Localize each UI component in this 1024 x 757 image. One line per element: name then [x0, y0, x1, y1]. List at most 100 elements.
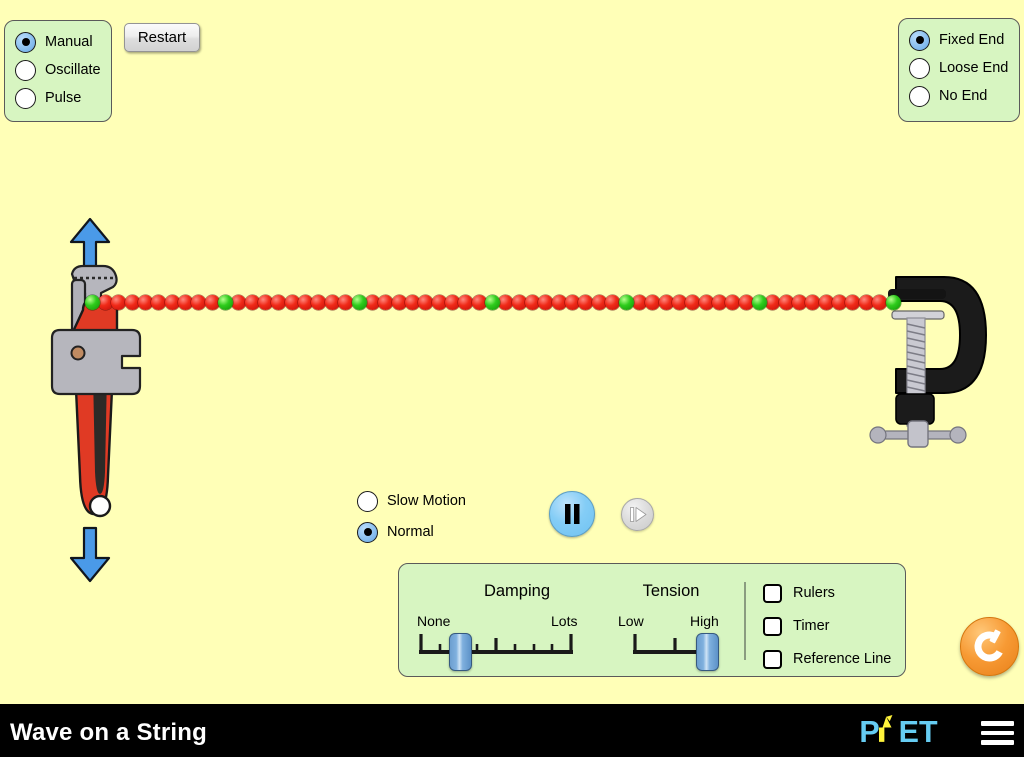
string-bead	[551, 294, 567, 310]
string-bead	[177, 294, 193, 310]
radio-normal-label: Normal	[387, 524, 434, 540]
speed-radio-group: Slow Motion Normal	[357, 487, 487, 546]
checkbox-timer[interactable]: Timer	[763, 611, 891, 641]
wrench-slider-block	[50, 328, 142, 396]
string-bead	[792, 294, 808, 310]
string-marker-bead	[618, 294, 634, 310]
string-marker-bead	[218, 294, 233, 310]
string-bead	[431, 294, 447, 310]
phet-logo[interactable]: P ET	[859, 715, 967, 749]
string-bead	[191, 294, 207, 310]
radio-oscillate-label: Oscillate	[45, 62, 101, 78]
page-title: Wave on a String	[10, 719, 208, 746]
radio-slow-motion-label: Slow Motion	[387, 493, 466, 509]
hamburger-menu-icon[interactable]	[981, 721, 1014, 745]
step-forward-button[interactable]	[621, 498, 654, 531]
wave-mode-panel: Manual Oscillate Pulse	[4, 20, 112, 122]
display-options-group: Rulers Timer Reference Line	[763, 578, 891, 674]
string-bead	[418, 294, 434, 310]
radio-normal-indicator	[357, 521, 378, 543]
radio-slow-motion-indicator	[357, 490, 378, 512]
string-bead	[204, 294, 220, 310]
string-bead	[164, 294, 180, 310]
string-bead	[284, 294, 300, 310]
string-bead	[538, 294, 554, 310]
string-marker-bead	[351, 294, 367, 310]
string-bead	[645, 294, 661, 310]
checkbox-reference-line-box	[763, 649, 782, 669]
checkbox-rulers-label: Rulers	[793, 585, 835, 601]
radio-pulse-label: Pulse	[45, 90, 82, 106]
step-forward-icon	[630, 507, 647, 522]
bottom-toolbar: Wave on a String P ET	[0, 704, 1024, 757]
wrench[interactable]	[38, 210, 166, 590]
radio-loose-end[interactable]: Loose End	[909, 54, 1019, 82]
arrow-up-icon	[69, 217, 111, 274]
string-bead	[525, 294, 541, 310]
damping-title: Damping	[483, 582, 551, 600]
radio-fixed-end-label: Fixed End	[939, 32, 1005, 48]
radio-pulse[interactable]: Pulse	[15, 84, 111, 112]
damping-slider-thumb[interactable]	[449, 633, 472, 671]
string-bead	[591, 294, 607, 310]
checkbox-reference-line[interactable]: Reference Line	[763, 644, 891, 674]
string-bead	[605, 294, 621, 310]
checkbox-rulers[interactable]: Rulers	[763, 578, 891, 608]
string-bead	[404, 294, 420, 310]
simulation-stage: Manual Oscillate Pulse Restart Fixed End…	[0, 0, 1024, 757]
string-bead	[498, 294, 514, 310]
radio-fixed-end[interactable]: Fixed End	[909, 26, 1019, 54]
string-bead	[818, 294, 834, 310]
string-bead	[471, 294, 487, 310]
string-bead	[765, 294, 781, 310]
string-bead	[698, 294, 714, 310]
string-bead	[711, 294, 727, 310]
tension-min-label: Low	[618, 613, 644, 629]
string-bead	[778, 294, 794, 310]
phet-logo-text-right: ET	[899, 715, 938, 749]
string-marker-bead	[485, 294, 500, 310]
checkbox-timer-box	[763, 616, 782, 636]
tension-max-label: High	[690, 613, 719, 629]
string-bead	[244, 294, 260, 310]
radio-slow-motion[interactable]: Slow Motion	[357, 487, 487, 515]
tension-title: Tension	[642, 582, 700, 600]
radio-no-end[interactable]: No End	[909, 82, 1019, 110]
restart-button[interactable]: Restart	[124, 23, 200, 52]
reset-all-button[interactable]	[960, 617, 1019, 676]
checkbox-timer-label: Timer	[793, 618, 830, 634]
string-bead	[832, 294, 848, 310]
string-bead	[391, 294, 407, 310]
radio-manual-indicator	[15, 31, 36, 53]
menu-bar-1	[981, 721, 1014, 726]
damping-max-label: Lots	[551, 613, 578, 629]
string-bead	[805, 294, 821, 310]
tension-slider-thumb[interactable]	[696, 633, 719, 671]
string-marker-bead	[752, 294, 767, 310]
radio-no-end-label: No End	[939, 88, 988, 104]
radio-loose-end-indicator	[909, 57, 930, 79]
phet-logo-text-left: P	[859, 715, 879, 749]
string-bead	[271, 294, 287, 310]
string-bead	[565, 294, 581, 310]
radio-normal[interactable]: Normal	[357, 518, 487, 546]
string-bead	[685, 294, 701, 310]
string-bead	[725, 294, 741, 310]
pause-button[interactable]	[549, 491, 595, 537]
radio-loose-end-label: Loose End	[939, 60, 1009, 76]
end-type-panel: Fixed End Loose End No End	[898, 18, 1020, 122]
checkbox-rulers-box	[763, 583, 782, 603]
string-bead	[738, 294, 754, 310]
radio-manual[interactable]: Manual	[15, 28, 111, 56]
string-bead	[671, 294, 687, 310]
string-bead	[631, 294, 647, 310]
reset-all-icon	[974, 629, 1003, 662]
radio-no-end-indicator	[909, 85, 930, 107]
string-bead	[658, 294, 674, 310]
bottom-control-panel: Damping None Lots Tension Low High Ruler…	[398, 563, 906, 677]
string-bead	[444, 294, 460, 310]
radio-oscillate[interactable]: Oscillate	[15, 56, 111, 84]
damping-slider-track[interactable]	[417, 632, 575, 664]
string-bead	[324, 294, 340, 310]
checkbox-reference-line-label: Reference Line	[793, 651, 892, 667]
